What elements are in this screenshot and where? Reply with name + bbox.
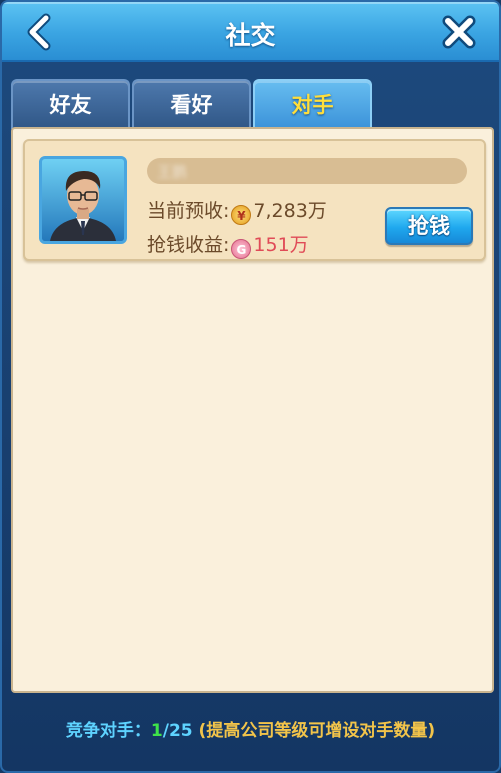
expected-income-label: 当前预收: [147,200,230,222]
close-icon [442,15,476,49]
footer-note: (提高公司等级可增设对手数量) [198,721,436,741]
list-item: 王鹏 当前预收: ¥7,283万 抢钱收益: G 151万 抢钱 [23,139,486,261]
player-name: 王鹏 [157,163,188,181]
opponent-count-total: /25 [162,721,193,741]
social-window: 社交 好友 看好 对手 王鹏 当前预收: ¥ 7,283万 抢钱收益: G 15… [0,0,501,773]
opponent-count-footer: 竞争对手：1/25 (提高公司等级可增设对手数量) [2,716,499,741]
tab-watching[interactable]: 看好 [132,79,251,129]
grab-income-row: 抢钱收益: G 151万 [147,230,309,259]
grab-income-value: 151万 [253,234,309,256]
page-title: 社交 [225,21,276,50]
avatar[interactable] [39,156,127,244]
player-name-bar: 王鹏 [147,158,467,184]
opponent-list-panel: 王鹏 当前预收: ¥7,283万 抢钱收益: G 151万 抢钱 [11,127,494,693]
close-button[interactable] [439,12,479,52]
expected-income-row: 当前预收: ¥7,283万 [147,196,327,225]
player-portrait-icon [42,159,124,241]
tab-opponents[interactable]: 对手 [253,79,372,129]
grab-money-button[interactable]: 抢钱 [385,207,473,245]
title-bar: 社交 [2,2,499,62]
opponent-count-current: 1 [150,721,163,741]
footer-label: 竞争对手： [65,721,151,741]
expected-income-value: 7,283万 [253,200,327,222]
pink-coin-icon: G [231,239,252,259]
tab-friends[interactable]: 好友 [11,79,130,129]
gold-coin-icon: ¥ [231,205,252,225]
grab-income-label: 抢钱收益: [147,234,230,256]
